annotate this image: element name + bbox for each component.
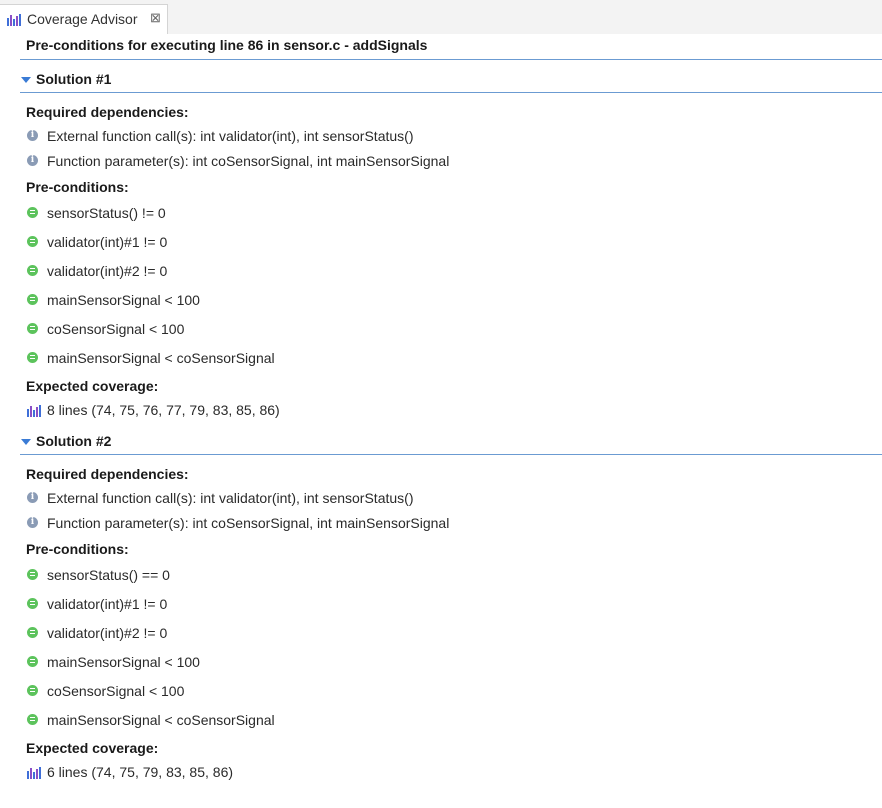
- section-title[interactable]: Solution #2: [36, 433, 111, 449]
- condition-icon: [27, 294, 38, 305]
- chevron-down-icon[interactable]: [21, 438, 31, 446]
- page-title: Pre-conditions for executing line 86 in …: [26, 37, 428, 53]
- precondition-text: sensorStatus() == 0: [47, 567, 170, 583]
- precondition-text: validator(int)#2 != 0: [47, 263, 168, 279]
- section-divider: [20, 454, 882, 455]
- dependency-text: Function parameter(s): int coSensorSigna…: [47, 515, 450, 531]
- precondition-text: sensorStatus() != 0: [47, 205, 166, 221]
- tab-coverage-advisor[interactable]: Coverage Advisor ⊠: [0, 4, 168, 34]
- tab-title: Coverage Advisor: [27, 11, 138, 27]
- condition-icon: [27, 265, 38, 276]
- info-icon: i: [27, 492, 38, 503]
- solution-section: Solution #2 Required dependencies: i Ext…: [0, 429, 882, 791]
- preconditions-label: Pre-conditions:: [26, 541, 129, 557]
- precondition-text: coSensorSignal < 100: [47, 321, 185, 337]
- precondition-text: validator(int)#1 != 0: [47, 596, 168, 612]
- dependency-text: External function call(s): int validator…: [47, 490, 414, 506]
- condition-icon: [27, 656, 38, 667]
- condition-icon: [27, 236, 38, 247]
- coverage-text: 6 lines (74, 75, 79, 83, 85, 86): [47, 764, 234, 780]
- close-icon[interactable]: ⊠: [150, 10, 161, 26]
- coverage-label: Expected coverage:: [26, 740, 159, 756]
- dependency-text: External function call(s): int validator…: [47, 128, 414, 144]
- section-divider: [20, 92, 882, 93]
- precondition-text: coSensorSignal < 100: [47, 683, 185, 699]
- bar-chart-icon: [27, 404, 42, 420]
- condition-icon: [27, 323, 38, 334]
- info-icon: i: [27, 130, 38, 141]
- preconditions-label: Pre-conditions:: [26, 179, 129, 195]
- chevron-down-icon[interactable]: [21, 76, 31, 84]
- info-icon: i: [27, 517, 38, 528]
- condition-icon: [27, 627, 38, 638]
- precondition-text: mainSensorSignal < 100: [47, 292, 200, 308]
- coverage-text: 8 lines (74, 75, 76, 77, 79, 83, 85, 86): [47, 402, 280, 418]
- condition-icon: [27, 598, 38, 609]
- bar-chart-icon: [7, 13, 22, 29]
- precondition-text: validator(int)#2 != 0: [47, 625, 168, 641]
- dependencies-label: Required dependencies:: [26, 466, 189, 482]
- dependency-text: Function parameter(s): int coSensorSigna…: [47, 153, 450, 169]
- condition-icon: [27, 569, 38, 580]
- header-divider: [20, 59, 882, 60]
- coverage-label: Expected coverage:: [26, 378, 159, 394]
- dependencies-label: Required dependencies:: [26, 104, 189, 120]
- precondition-text: mainSensorSignal < 100: [47, 654, 200, 670]
- condition-icon: [27, 685, 38, 696]
- section-title[interactable]: Solution #1: [36, 71, 111, 87]
- solution-section: Solution #1 Required dependencies: i Ext…: [0, 67, 882, 429]
- precondition-text: validator(int)#1 != 0: [47, 234, 168, 250]
- info-icon: i: [27, 155, 38, 166]
- precondition-text: mainSensorSignal < coSensorSignal: [47, 350, 275, 366]
- view-tab-bar: Coverage Advisor ⊠: [0, 0, 882, 34]
- precondition-text: mainSensorSignal < coSensorSignal: [47, 712, 275, 728]
- condition-icon: [27, 352, 38, 363]
- bar-chart-icon: [27, 766, 42, 782]
- condition-icon: [27, 207, 38, 218]
- condition-icon: [27, 714, 38, 725]
